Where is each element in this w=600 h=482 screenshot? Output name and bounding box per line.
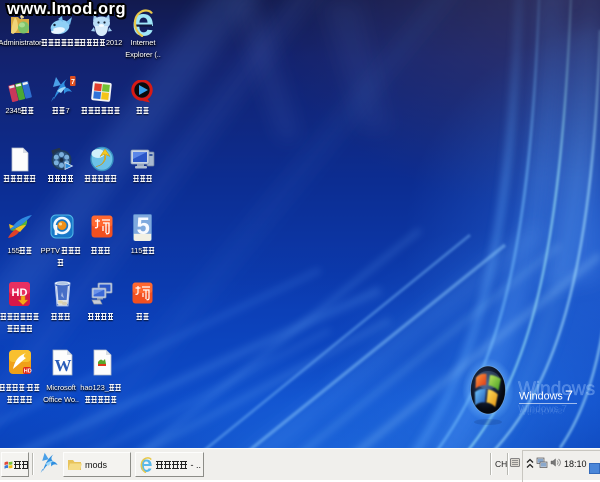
svg-text:HD: HD (24, 369, 32, 375)
svg-text:Windows: Windows (519, 406, 563, 416)
svg-text:Windows: Windows (519, 391, 563, 403)
svg-text:W: W (55, 356, 72, 375)
svg-text:5: 5 (137, 213, 150, 240)
svg-text:7: 7 (565, 389, 573, 405)
svg-text:7: 7 (71, 79, 75, 86)
